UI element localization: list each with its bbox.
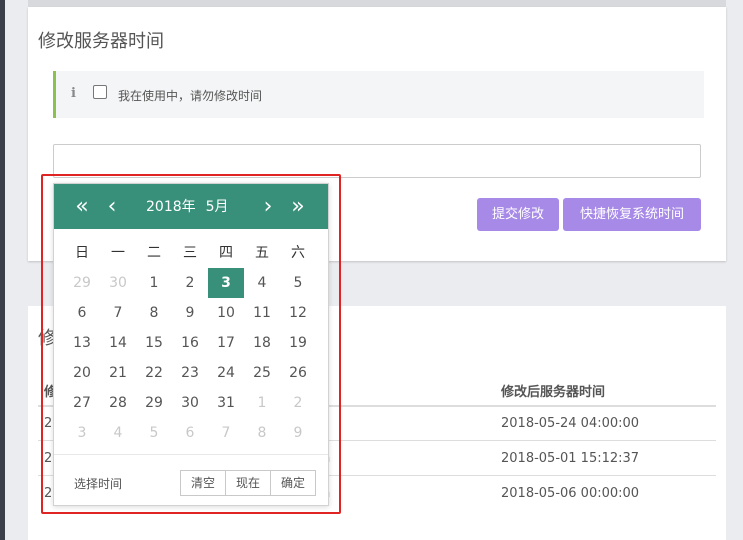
day-cell[interactable]: 22 <box>136 358 172 388</box>
select-time-link[interactable]: 选择时间 <box>74 475 122 492</box>
day-cell[interactable]: 17 <box>208 328 244 358</box>
day-cell[interactable]: 14 <box>100 328 136 358</box>
day-cell[interactable]: 1 <box>244 388 280 418</box>
day-cell[interactable]: 6 <box>64 298 100 328</box>
weekday-label: 二 <box>147 245 161 261</box>
day-cell[interactable]: 16 <box>172 328 208 358</box>
day-cell[interactable]: 2 <box>280 388 316 418</box>
weekday-label: 五 <box>255 245 269 261</box>
day-cell[interactable]: 12 <box>280 298 316 328</box>
day-cell[interactable]: 29 <box>136 388 172 418</box>
year-month-label[interactable]: 2018年 5月 <box>146 184 229 231</box>
clear-button[interactable]: 清空 <box>181 471 225 495</box>
day-cell[interactable]: 8 <box>136 298 172 328</box>
table-cell-time: 2018-05-24 04:00:00 <box>501 416 640 431</box>
month-label[interactable]: 5月 <box>206 199 229 215</box>
day-cell[interactable]: 13 <box>64 328 100 358</box>
restore-system-time-button[interactable]: 快捷恢复系统时间 <box>563 198 701 231</box>
top-card-edge <box>28 0 726 7</box>
submit-button[interactable]: 提交修改 <box>477 198 559 231</box>
table-cell: 2 <box>44 416 53 431</box>
weekday-label: 六 <box>291 245 305 261</box>
day-cell[interactable]: 30 <box>172 388 208 418</box>
confirm-button[interactable]: 确定 <box>270 471 315 495</box>
weekday-label: 日 <box>75 245 89 261</box>
selected-day-cell[interactable]: 3 <box>208 268 244 298</box>
prev-year-icon[interactable]: « <box>68 184 96 229</box>
card-title: 修改服务器时间 <box>38 31 164 52</box>
prev-month-icon[interactable]: ‹ <box>98 184 126 229</box>
day-cell[interactable]: 23 <box>172 358 208 388</box>
day-cell[interactable]: 28 <box>100 388 136 418</box>
day-cell[interactable]: 10 <box>208 298 244 328</box>
table-cell-time: 2018-05-06 00:00:00 <box>501 486 640 501</box>
table-cell: 2 <box>44 451 53 466</box>
next-month-icon[interactable]: › <box>254 184 282 229</box>
picker-footer-divider <box>54 454 328 455</box>
next-year-icon[interactable]: » <box>284 184 312 229</box>
day-cell[interactable]: 26 <box>280 358 316 388</box>
weekday-label: 一 <box>111 245 125 261</box>
day-cell[interactable]: 29 <box>64 268 100 298</box>
day-cell[interactable]: 2 <box>172 268 208 298</box>
weekday-label: 四 <box>219 245 233 261</box>
day-cell[interactable]: 21 <box>100 358 136 388</box>
day-cell[interactable]: 5 <box>280 268 316 298</box>
day-cell[interactable]: 1 <box>136 268 172 298</box>
picker-footer-buttons: 清空 现在 确定 <box>180 470 316 496</box>
day-cell[interactable]: 3 <box>64 418 100 448</box>
in-use-checkbox-label[interactable]: 我在使用中，请勿修改时间 <box>118 87 262 104</box>
day-cell[interactable]: 8 <box>244 418 280 448</box>
day-cell[interactable]: 19 <box>280 328 316 358</box>
day-cell[interactable]: 5 <box>136 418 172 448</box>
column-header-modified-time: 修改后服务器时间 <box>501 385 606 400</box>
day-cell[interactable]: 27 <box>64 388 100 418</box>
day-cell[interactable]: 4 <box>100 418 136 448</box>
date-picker-header: « ‹ 2018年 5月 › » <box>54 184 328 229</box>
table-cell: 2 <box>44 486 53 501</box>
weekday-label: 三 <box>183 245 197 261</box>
year-label[interactable]: 2018年 <box>146 199 196 215</box>
day-cell[interactable]: 30 <box>100 268 136 298</box>
server-time-input[interactable] <box>53 144 701 178</box>
in-use-notice: i 我在使用中，请勿修改时间 <box>53 71 704 118</box>
date-picker: « ‹ 2018年 5月 › » 选择时间 清空 现在 确定 日一二三四五六 29 3… <box>53 183 329 506</box>
day-cell[interactable]: 4 <box>244 268 280 298</box>
day-cell[interactable]: 25 <box>244 358 280 388</box>
now-button[interactable]: 现在 <box>225 471 270 495</box>
day-cell[interactable]: 31 <box>208 388 244 418</box>
day-cell[interactable]: 6 <box>172 418 208 448</box>
day-cell[interactable]: 7 <box>100 298 136 328</box>
day-cell[interactable]: 15 <box>136 328 172 358</box>
day-cell[interactable]: 18 <box>244 328 280 358</box>
table-cell-time: 2018-05-01 15:12:37 <box>501 451 640 466</box>
day-cell[interactable]: 7 <box>208 418 244 448</box>
day-cell[interactable]: 11 <box>244 298 280 328</box>
day-cell[interactable]: 24 <box>208 358 244 388</box>
in-use-checkbox[interactable] <box>93 85 107 99</box>
info-icon: i <box>71 86 76 101</box>
day-cell[interactable]: 9 <box>172 298 208 328</box>
app-sidebar-edge <box>0 0 5 540</box>
day-cell[interactable]: 9 <box>280 418 316 448</box>
day-cell[interactable]: 20 <box>64 358 100 388</box>
